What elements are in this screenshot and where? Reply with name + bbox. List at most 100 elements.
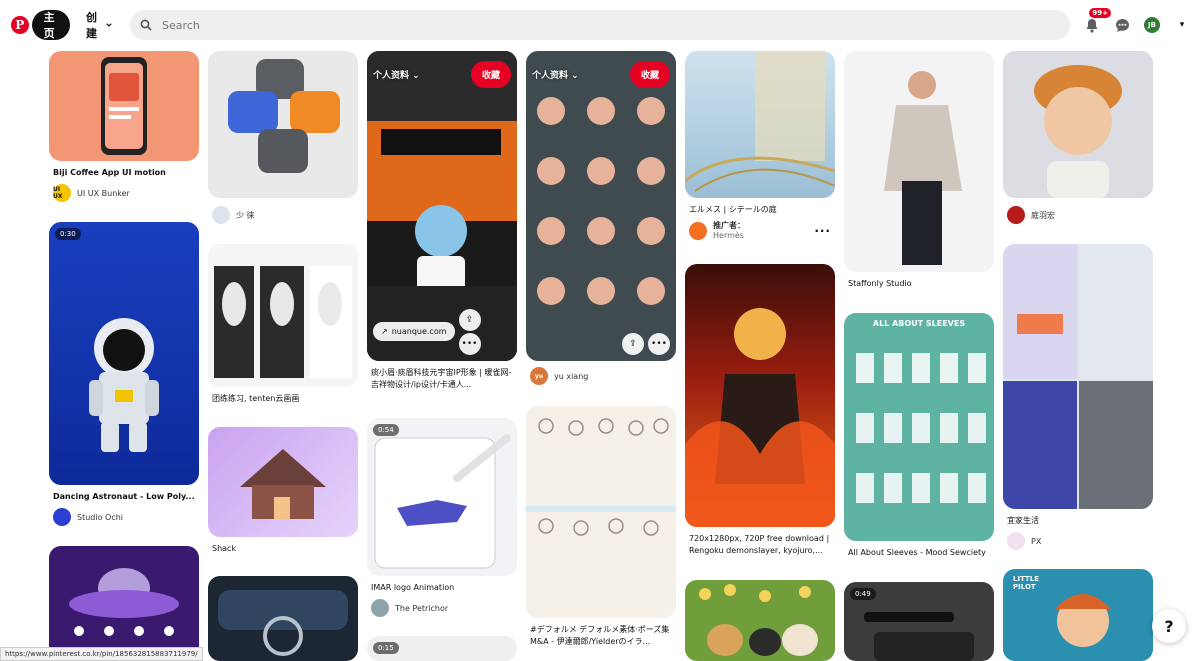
pin-card[interactable]: Shack [208, 427, 358, 555]
pin-image[interactable] [1003, 244, 1153, 509]
bell-icon [1086, 18, 1098, 33]
home-button[interactable]: 主页 [31, 10, 70, 40]
help-button[interactable]: ? [1152, 609, 1186, 643]
author-name: 庭羽宏 [1031, 210, 1055, 220]
pin-title[interactable]: 团练练习, tenten云画画 [208, 393, 358, 405]
pin-grid: Biji Coffee App UI motion UI UX UI UX Bu… [0, 0, 1200, 661]
pin-image[interactable] [208, 427, 358, 537]
messages-button[interactable] [1112, 15, 1132, 35]
pin-author[interactable]: UI UX UI UX Bunker [49, 184, 199, 202]
pin-image[interactable]: 0:30 [49, 222, 199, 485]
pin-card[interactable]: 个人资料 ⌄ 收藏 ⇪ ••• yu yu xiang [526, 51, 676, 385]
author-avatar [689, 222, 707, 240]
pin-image[interactable] [1003, 51, 1153, 198]
pin-image[interactable] [685, 264, 835, 527]
pin-image[interactable] [208, 576, 358, 661]
more-options-button[interactable]: ••• [648, 333, 670, 355]
pin-image[interactable]: 个人资料 ⌄ 收藏 ⇪ ••• [526, 51, 676, 361]
source-link-button[interactable]: ↗ nuanque.com [373, 321, 455, 341]
pin-title[interactable]: IMAR logo Animation [367, 582, 517, 594]
pin-author[interactable]: yu yu xiang [526, 367, 676, 385]
pin-card[interactable]: 0:49 [844, 582, 994, 661]
pin-title[interactable]: Dancing Astronaut - Low Poly... [49, 491, 199, 503]
pin-author[interactable]: Studio Ochi [49, 508, 199, 526]
pin-card[interactable]: ALL ABOUT SLEEVES All About Sleeves - Mo… [844, 313, 994, 559]
pin-image[interactable]: 0:54 [367, 418, 517, 576]
pin-title[interactable]: 宜家生活 [1003, 515, 1153, 527]
pin-image[interactable] [526, 406, 676, 618]
share-button[interactable]: ⇪ [458, 309, 481, 331]
pin-title[interactable]: 痰小眉·痰眉科技元宇宙IP形象 | 暖雀网-吉祥物设计/ip设计/卡通人... [367, 367, 517, 391]
pin-card[interactable]: Biji Coffee App UI motion UI UX UI UX Bu… [49, 51, 199, 202]
pin-title[interactable]: Staffonly Studio [844, 278, 994, 290]
pin-card[interactable]: 0:15 [367, 636, 517, 661]
board-select-label: 个人资料 [532, 71, 569, 81]
pin-image[interactable] [208, 51, 358, 198]
pin-author[interactable]: PX [1003, 532, 1153, 550]
pin-image[interactable]: LITTLE PILOT [1003, 569, 1153, 661]
pose-sketch-graphic [526, 418, 676, 536]
pin-card[interactable]: 0:54 IMAR logo Animation The Petrichor [367, 418, 517, 617]
pin-author[interactable]: 推广者： Hermès ··· [685, 221, 835, 241]
account-menu-button[interactable]: ▾ [1172, 15, 1192, 35]
pin-actions: ⇪ ••• [532, 333, 670, 355]
board-select-dropdown[interactable]: 个人资料 ⌄ [373, 68, 420, 81]
more-icon: ••• [651, 339, 667, 349]
pin-image[interactable]: 0:49 [844, 582, 994, 661]
pin-card[interactable]: LITTLE PILOT [1003, 569, 1153, 661]
pin-card[interactable]: #デフォルメ デフォルメ素体·ポーズ集M&A - 伊達爾郎/Yielderのイラ… [526, 406, 676, 648]
pin-image[interactable] [49, 546, 199, 661]
pin-image[interactable]: 个人资料 ⌄ 收藏 ↗ nuanque.com ⇪ ••• [367, 51, 517, 361]
pin-card[interactable] [685, 580, 835, 661]
author-name: PX [1031, 536, 1042, 546]
author-name: UI UX Bunker [77, 188, 130, 198]
more-options-button[interactable]: ••• [458, 333, 481, 355]
phone-mockup-graphic [101, 57, 147, 155]
pin-card[interactable]: エルメス | シテールの庭 推广者： Hermès ··· [685, 51, 835, 241]
search-input[interactable] [162, 18, 1022, 32]
video-duration: 0:49 [850, 588, 876, 600]
pin-card[interactable]: 宜家生活 PX [1003, 244, 1153, 550]
fashion-model-graphic [884, 71, 962, 265]
anime-flame-graphic [685, 308, 835, 527]
pin-image[interactable] [49, 51, 199, 161]
logo-letter: P [10, 16, 29, 34]
pin-card[interactable]: 少 徕 [208, 51, 358, 224]
pin-hover-overlay: 个人资料 ⌄ 收藏 [532, 61, 670, 88]
pin-card[interactable]: 0:30 Dancing Astronaut - Low Poly... Stu… [49, 222, 199, 526]
create-button[interactable]: 创建 [80, 10, 118, 40]
pin-image[interactable] [685, 51, 835, 198]
save-button[interactable]: 收藏 [629, 61, 670, 88]
pin-card[interactable]: 个人资料 ⌄ 收藏 ↗ nuanque.com ⇪ ••• 痰小眉·痰眉科技元宇宙… [367, 51, 517, 391]
pin-image[interactable] [208, 244, 358, 387]
share-button[interactable]: ⇪ [622, 333, 644, 355]
pin-title[interactable]: 720x1280px, 720P free download | Rengoku… [685, 533, 835, 557]
pinterest-logo-icon[interactable]: P [8, 7, 32, 43]
pin-image[interactable]: ALL ABOUT SLEEVES [844, 313, 994, 541]
pin-card[interactable]: 庭羽宏 [1003, 51, 1153, 224]
pin-author[interactable]: 庭羽宏 [1003, 206, 1153, 224]
pin-title[interactable]: #デフォルメ デフォルメ素体·ポーズ集M&A - 伊達爾郎/Yielderのイラ… [526, 624, 676, 648]
more-icon[interactable]: ··· [814, 224, 831, 238]
pin-title[interactable]: エルメス | シテールの庭 [685, 204, 835, 216]
pin-image[interactable] [685, 580, 835, 661]
pin-card[interactable]: 团练练习, tenten云画画 [208, 244, 358, 405]
notifications-button[interactable]: 99+ [1082, 8, 1111, 35]
profile-button[interactable]: JB [1142, 15, 1162, 35]
pin-card[interactable] [49, 546, 199, 661]
header-actions: 99+ JB ▾ [1082, 8, 1192, 35]
pin-author[interactable]: 少 徕 [208, 206, 358, 224]
search-bar[interactable] [130, 10, 1070, 40]
pin-title[interactable]: Shack [208, 543, 358, 555]
board-select-dropdown[interactable]: 个人资料 ⌄ [532, 68, 579, 81]
pin-image[interactable] [844, 51, 994, 272]
pin-card[interactable]: Staffonly Studio [844, 51, 994, 290]
pin-card[interactable]: 720x1280px, 720P free download | Rengoku… [685, 264, 835, 557]
pin-author[interactable]: The Petrichor [367, 599, 517, 617]
pin-title[interactable]: Biji Coffee App UI motion [49, 167, 199, 179]
pin-title[interactable]: All About Sleeves - Mood Sewciety [844, 547, 994, 559]
pin-image[interactable]: 0:15 [367, 636, 517, 661]
video-duration: 0:15 [373, 642, 399, 654]
save-button[interactable]: 收藏 [470, 61, 511, 88]
pin-card[interactable] [208, 576, 358, 661]
